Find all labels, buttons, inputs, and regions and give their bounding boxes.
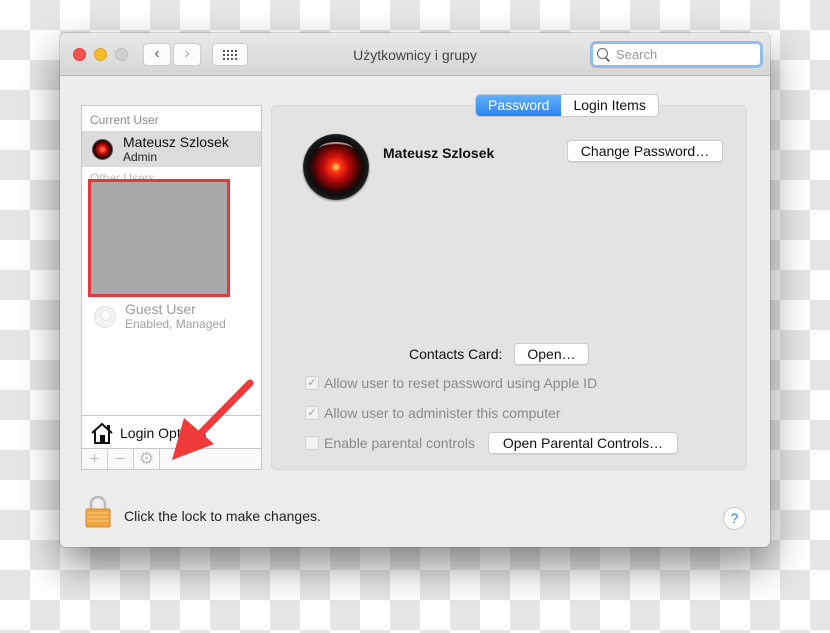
reset-password-apple-id-option[interactable]: ✓ Allow user to reset password using App…	[305, 375, 597, 391]
lock-status-text: Click the lock to make changes.	[124, 508, 321, 524]
user-avatar	[92, 138, 113, 160]
user-detail-panel: Mateusz Szlosek Change Password… Contact…	[271, 105, 747, 470]
checkbox-label: Allow user to administer this computer	[324, 405, 561, 421]
user-role: Admin	[123, 149, 158, 164]
redacted-users-block	[88, 179, 230, 297]
checkbox-label: Enable parental controls	[324, 435, 475, 451]
guest-user-name: Guest User	[125, 301, 196, 317]
help-button[interactable]: ?	[723, 507, 746, 530]
current-user-heading: Current User	[90, 113, 159, 127]
login-options-item[interactable]: Login Options	[82, 415, 261, 449]
panel-user-name: Mateusz Szlosek	[383, 145, 495, 161]
gear-icon: ⚙	[138, 449, 155, 468]
tab-password[interactable]: Password	[476, 95, 562, 116]
open-contacts-card-button[interactable]: Open…	[514, 343, 589, 365]
current-user-item[interactable]: Mateusz Szlosek Admin	[82, 131, 261, 167]
lock-icon[interactable]	[85, 496, 111, 528]
guest-user-status: Enabled, Managed	[125, 317, 226, 331]
user-name: Mateusz Szlosek	[123, 133, 229, 150]
checkbox-reset-password[interactable]: ✓	[305, 376, 319, 390]
minus-icon: −	[115, 449, 126, 468]
house-icon	[91, 422, 113, 444]
panel-tabs: Password Login Items	[476, 95, 658, 116]
user-list-sidebar: Current User Mateusz Szlosek Admin Other…	[81, 105, 262, 470]
action-menu-button[interactable]: ⚙	[134, 449, 160, 469]
guest-avatar	[94, 305, 116, 328]
checkbox-label: Allow user to reset password using Apple…	[324, 375, 598, 391]
add-user-button[interactable]: +	[82, 449, 108, 469]
users-groups-window: ‹ › Użytkownicy i grupy Current User Mat…	[60, 33, 770, 547]
user-picture[interactable]	[303, 134, 369, 200]
title-bar: ‹ › Użytkownicy i grupy	[60, 33, 770, 76]
sidebar-toolbar: + − ⚙	[82, 448, 261, 469]
search-icon	[597, 47, 611, 62]
checkbox-parental-controls[interactable]	[305, 436, 319, 450]
search-input[interactable]	[616, 47, 756, 62]
tab-login-items[interactable]: Login Items	[561, 95, 658, 116]
guest-user-item[interactable]: Guest User Enabled, Managed	[94, 301, 226, 332]
parental-controls-option[interactable]: Enable parental controls	[305, 435, 475, 451]
remove-user-button[interactable]: −	[108, 449, 134, 469]
contacts-card-label: Contacts Card:	[409, 346, 503, 362]
search-field[interactable]	[590, 41, 763, 68]
login-options-label: Login Options	[120, 424, 207, 441]
administer-computer-option[interactable]: ✓ Allow user to administer this computer	[305, 405, 561, 421]
open-parental-controls-button[interactable]: Open Parental Controls…	[488, 432, 678, 454]
help-icon: ?	[730, 510, 739, 526]
change-password-button[interactable]: Change Password…	[567, 140, 723, 162]
checkbox-administer[interactable]: ✓	[305, 406, 319, 420]
plus-icon: +	[89, 449, 100, 468]
